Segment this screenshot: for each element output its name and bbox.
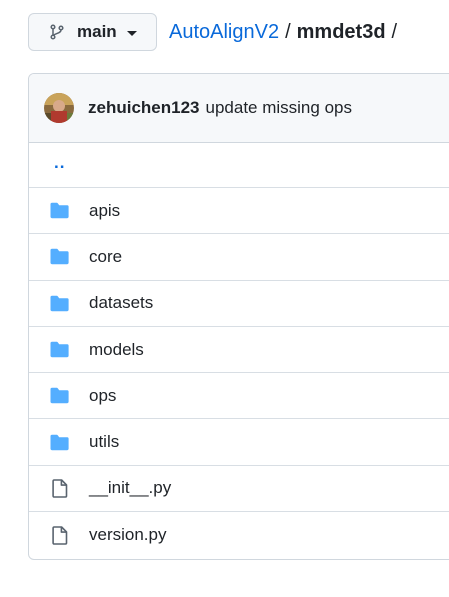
parent-directory-link[interactable]: .. xyxy=(54,153,65,173)
file-row[interactable]: core xyxy=(29,234,449,281)
caret-down-icon xyxy=(126,30,137,36)
file-row[interactable]: version.py xyxy=(29,512,449,558)
file-name-link[interactable]: models xyxy=(89,340,144,360)
branch-label: main xyxy=(77,22,117,41)
breadcrumb-current-dir: mmdet3d xyxy=(296,21,386,43)
folder-icon xyxy=(49,294,70,312)
file-name-link[interactable]: apis xyxy=(89,201,120,221)
file-name-link[interactable]: datasets xyxy=(89,293,153,313)
folder-icon xyxy=(49,248,70,266)
file-icon xyxy=(49,479,70,498)
latest-commit-row: zehuichen123 update missing ops xyxy=(29,74,449,143)
breadcrumb-separator: / xyxy=(285,21,291,43)
git-branch-icon xyxy=(49,24,65,40)
folder-icon xyxy=(49,341,70,359)
file-name-link[interactable]: version.py xyxy=(89,525,166,545)
file-name-link[interactable]: utils xyxy=(89,432,119,452)
folder-icon xyxy=(49,387,70,405)
breadcrumb-repo-link[interactable]: AutoAlignV2 xyxy=(169,21,279,44)
commit-message-link[interactable]: update missing ops xyxy=(206,98,352,118)
breadcrumb-trailing-separator: / xyxy=(391,21,398,43)
file-list-box: zehuichen123 update missing ops .. apis c… xyxy=(28,73,449,560)
parent-directory-row[interactable]: .. xyxy=(29,143,449,188)
file-row[interactable]: models xyxy=(29,327,449,374)
file-name-link[interactable]: core xyxy=(89,247,122,267)
author-avatar[interactable] xyxy=(44,93,74,123)
folder-icon xyxy=(49,433,70,451)
file-row[interactable]: ops xyxy=(29,373,449,420)
file-row[interactable]: utils xyxy=(29,419,449,466)
file-name-link[interactable]: ops xyxy=(89,386,116,406)
branch-select-button[interactable]: main xyxy=(28,13,157,51)
file-icon xyxy=(49,525,70,545)
file-row[interactable]: datasets xyxy=(29,281,449,327)
commit-author-link[interactable]: zehuichen123 xyxy=(88,98,200,118)
file-row[interactable]: apis xyxy=(29,188,449,235)
file-name-link[interactable]: __init__.py xyxy=(89,478,171,498)
breadcrumb: AutoAlignV2 / mmdet3d / xyxy=(169,21,403,44)
folder-icon xyxy=(49,202,70,220)
file-row[interactable]: __init__.py xyxy=(29,466,449,513)
